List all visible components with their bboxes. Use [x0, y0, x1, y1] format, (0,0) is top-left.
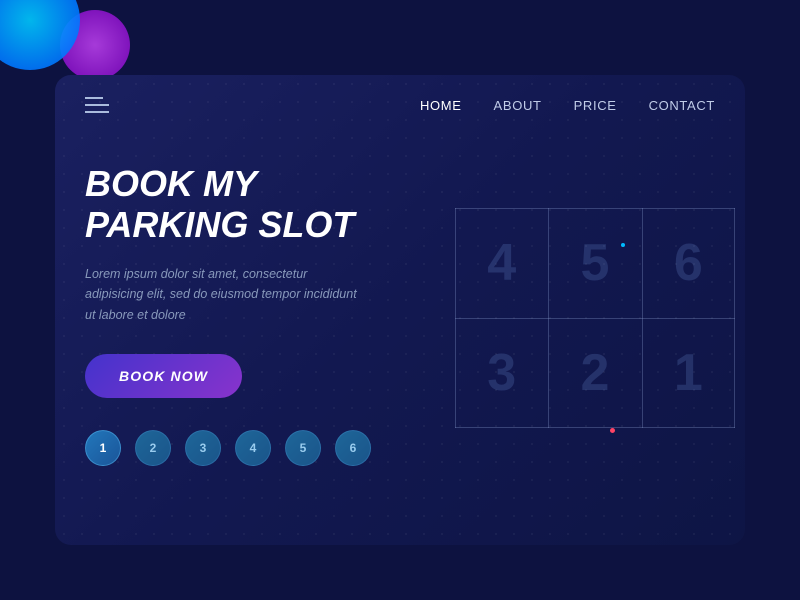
- page-dot-1[interactable]: 1: [85, 430, 121, 466]
- hamburger-line3: [85, 111, 109, 113]
- slot-3[interactable]: 3: [455, 318, 548, 428]
- slot-1[interactable]: 1: [642, 318, 735, 428]
- slot-5[interactable]: 5: [548, 208, 641, 318]
- right-section: 4 5 6 3 2 1: [455, 143, 735, 493]
- content-area: BOOK MY PARKING SLOT Lorem ipsum dolor s…: [55, 123, 745, 523]
- description-text: Lorem ipsum dolor sit amet, consectetur …: [85, 264, 365, 326]
- hamburger-line1: [85, 97, 103, 99]
- nav-links: HOME ABOUT PRICE CONTACT: [420, 98, 715, 113]
- navbar: HOME ABOUT PRICE CONTACT: [55, 75, 745, 123]
- nav-price[interactable]: PRICE: [574, 98, 617, 113]
- slot-4[interactable]: 4: [455, 208, 548, 318]
- pagination: 1 2 3 4 5 6: [85, 430, 455, 466]
- deco-dot-4: [610, 428, 615, 433]
- hamburger-menu[interactable]: [85, 97, 109, 113]
- main-title: BOOK MY PARKING SLOT: [85, 163, 455, 246]
- left-section: BOOK MY PARKING SLOT Lorem ipsum dolor s…: [85, 153, 455, 466]
- parking-grid: 4 5 6 3 2 1: [455, 208, 735, 428]
- slot-2[interactable]: 2: [548, 318, 641, 428]
- hamburger-line2: [85, 104, 109, 106]
- main-card: HOME ABOUT PRICE CONTACT BOOK MY PARKING…: [55, 75, 745, 545]
- page-dot-6[interactable]: 6: [335, 430, 371, 466]
- nav-home[interactable]: HOME: [420, 98, 462, 113]
- page-dot-5[interactable]: 5: [285, 430, 321, 466]
- nav-about[interactable]: ABOUT: [494, 98, 542, 113]
- slot-6[interactable]: 6: [642, 208, 735, 318]
- page-dot-4[interactable]: 4: [235, 430, 271, 466]
- page-dot-2[interactable]: 2: [135, 430, 171, 466]
- book-now-button[interactable]: BOOK NOW: [85, 354, 242, 398]
- nav-contact[interactable]: CONTACT: [649, 98, 715, 113]
- page-dot-3[interactable]: 3: [185, 430, 221, 466]
